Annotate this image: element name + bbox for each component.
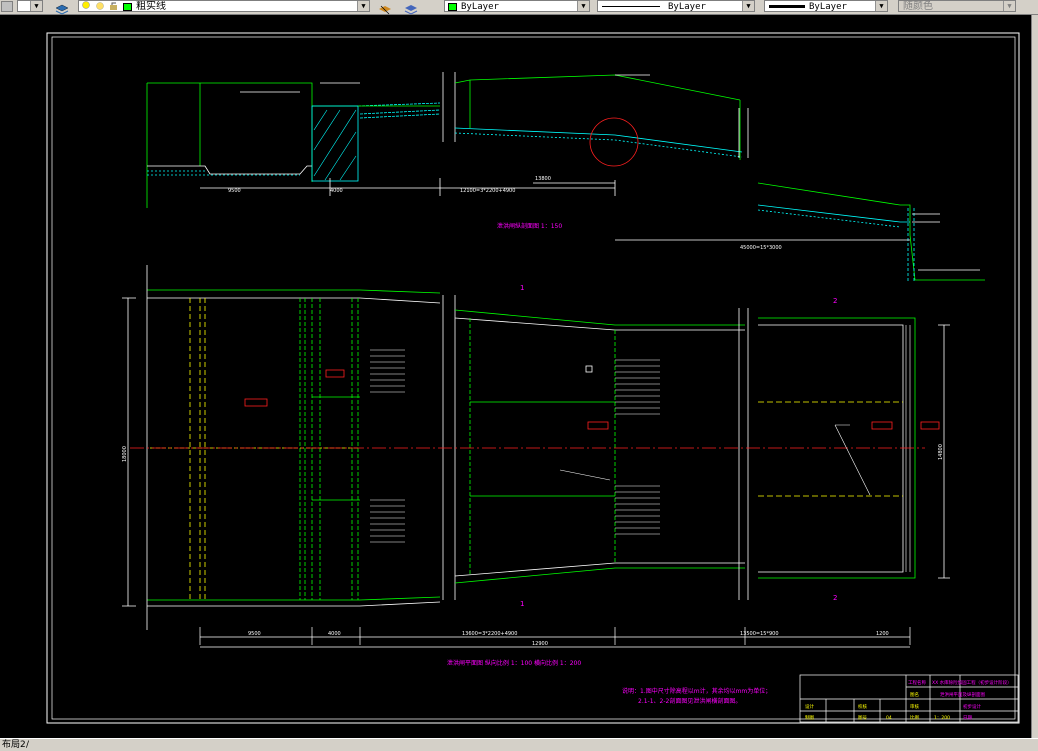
profile-dim-4: 13800	[535, 176, 551, 182]
tb-scale-label: 比例	[910, 714, 919, 721]
tb-drawing-name: 泄洪闸平面及纵剖面图	[940, 691, 985, 698]
layer-manager-icon[interactable]	[55, 1, 69, 15]
tb-date-label: 日期	[963, 715, 972, 721]
plan-dim-5: 13500=15*900	[740, 631, 779, 637]
layout-tab[interactable]: 布局2	[2, 739, 26, 751]
plan-view: 18000 14800 1 1 2 2 9500 4000 13600=3*22…	[122, 265, 950, 667]
plan-left-width: 18000	[122, 446, 128, 462]
plan-right-width: 14800	[938, 444, 944, 460]
tb-drawing-no: 04	[886, 715, 892, 721]
color-value: ByLayer	[461, 2, 499, 12]
light-bulb-icon	[81, 1, 93, 11]
drawing-canvas[interactable]: 9500 4000 12100=3*2200+4900 13800 45000=…	[0, 15, 1031, 738]
tb-design: 设计	[805, 703, 814, 710]
layer-dropdown[interactable]: 粗实线 ▼	[78, 0, 370, 12]
plan-dim-2: 4000	[328, 631, 341, 637]
chevron-down-icon[interactable]: ▼	[875, 1, 887, 11]
chevron-down-icon[interactable]: ▼	[742, 1, 754, 11]
profile-title: 泄洪闸纵剖面图 1：150	[497, 222, 562, 230]
color-swatch	[448, 3, 457, 11]
plan-dim-6: 1200	[876, 631, 889, 637]
notes-line-1: 说明：1.图中尺寸除高程以m计，其余均以mm为单位；	[622, 687, 771, 695]
section-mark-1-bottom: 1	[520, 600, 524, 608]
sun-icon	[95, 1, 107, 11]
layer-name: 粗实线	[136, 1, 166, 12]
layer-color-swatch	[123, 3, 132, 11]
plotstyle-dropdown: 随颜色 ▼	[898, 0, 1016, 12]
plan-dim-1: 9500	[248, 631, 261, 637]
layer-previous-icon[interactable]	[404, 1, 418, 15]
toolbar-combo-left-stub[interactable]: ▼	[17, 0, 43, 12]
layout-tab-bar: 布局2 /	[0, 738, 1038, 751]
linetype-dropdown[interactable]: ByLayer ▼	[597, 0, 755, 12]
lineweight-sample-line	[769, 5, 805, 8]
tb-review: 审核	[910, 703, 919, 710]
chevron-down-icon[interactable]: ▼	[577, 1, 589, 11]
plan-dim-4: 12900	[532, 641, 548, 647]
inner-frame	[51, 36, 1016, 720]
profile-dim-2: 4000	[330, 188, 343, 194]
tb-drawn: 制图	[805, 714, 814, 721]
linetype-sample-line	[602, 6, 660, 7]
tb-drawing-no-label: 图号	[858, 715, 867, 721]
chevron-down-icon: ▼	[1003, 1, 1015, 11]
make-current-layer-icon[interactable]	[378, 1, 391, 15]
notes-line-2: 2.1-1、2-2剖面图见泄洪闸横剖面图。	[638, 697, 741, 705]
tab-separator: /	[26, 740, 30, 750]
section-mark-1-top: 1	[520, 284, 524, 292]
section-mark-2-bottom: 2	[833, 594, 837, 602]
plan-dim-3: 13600=3*2200+4900	[462, 631, 517, 637]
lock-icon	[109, 1, 121, 11]
properties-toolbar: ▼ 粗实线 ▼ ByLayer ▼ ByLayer ▼ ByLayer ▼ 随颜…	[0, 0, 1038, 15]
profile-dim-3: 12100=3*2200+4900	[460, 188, 515, 194]
lineweight-dropdown[interactable]: ByLayer ▼	[764, 0, 888, 12]
toolbar-left-button[interactable]	[1, 1, 13, 12]
tb-check: 校核	[858, 703, 867, 710]
tb-scale: 1：200	[934, 715, 950, 721]
color-dropdown[interactable]: ByLayer ▼	[444, 0, 590, 12]
chevron-down-icon[interactable]: ▼	[357, 1, 369, 11]
outer-frame	[46, 32, 1020, 724]
tb-project-label: 工程名称	[908, 679, 926, 686]
lineweight-value: ByLayer	[809, 2, 847, 12]
profile-dim-1: 9500	[228, 188, 241, 194]
plan-title: 泄洪闸平面图 纵向比例 1：100 横向比例 1：200	[447, 659, 581, 667]
linetype-value: ByLayer	[668, 2, 706, 12]
profile-dim-5: 45000=15*3000	[740, 245, 782, 251]
tb-date-value: 初步设计	[963, 703, 981, 710]
profile-view: 9500 4000 12100=3*2200+4900 13800 45000=…	[146, 72, 985, 282]
section-mark-2-top: 2	[833, 297, 837, 305]
cad-drawing: 9500 4000 12100=3*2200+4900 13800 45000=…	[46, 32, 1020, 724]
chevron-down-icon[interactable]: ▼	[30, 1, 42, 11]
tb-drawing-name-label: 图名	[910, 691, 919, 698]
vertical-scrollbar[interactable]	[1031, 15, 1038, 738]
tb-project-value: XX 水库除险加固工程（初步设计阶段）	[932, 679, 1012, 686]
plotstyle-value: 随颜色	[903, 1, 933, 12]
